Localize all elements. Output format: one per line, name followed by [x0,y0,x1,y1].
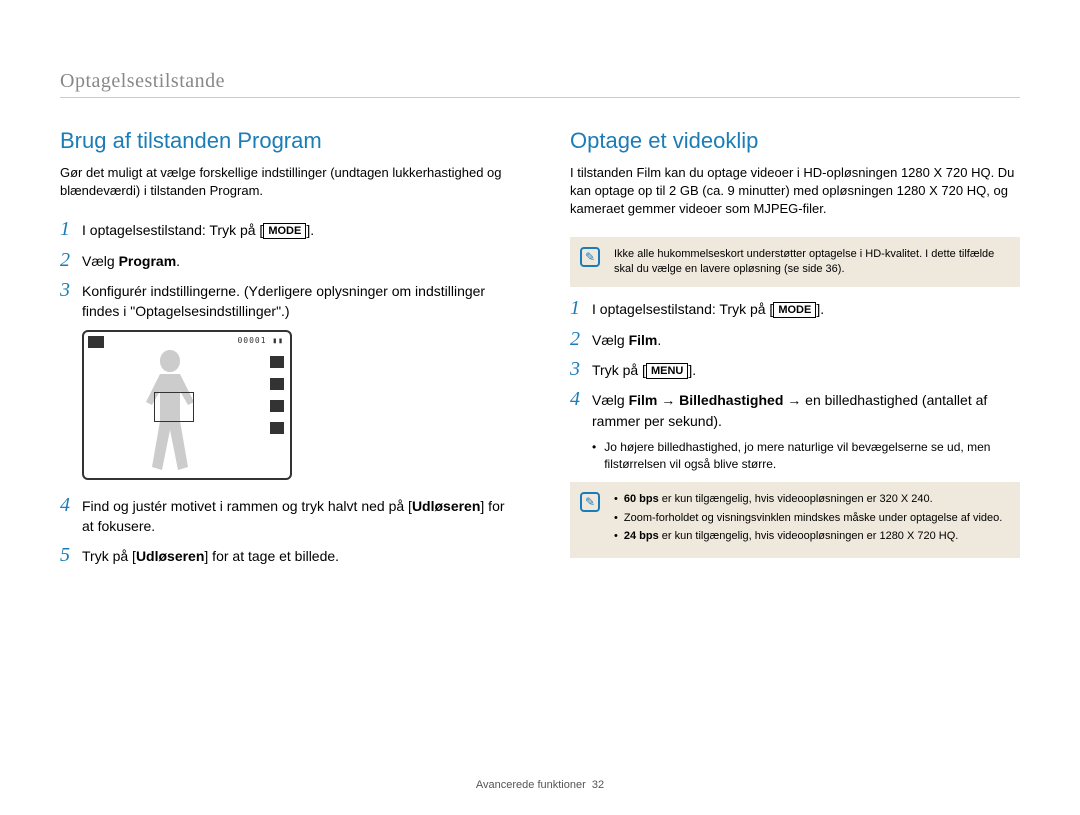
step-5: 5 Tryk på [Udløseren] for at tage et bil… [60,544,510,566]
step-number: 1 [60,218,82,240]
right-steps: 1 I optagelsestilstand: Tryk på [MODE]. … [570,297,1020,430]
step-number: 4 [570,388,592,410]
step-text: Tryk på [MENU]. [592,358,696,380]
page-number: 32 [592,779,604,791]
bold: 60 bps [624,493,659,505]
note-item: •60 bps er kun tilgængelig, hvis videoop… [614,492,1008,507]
side-icons [270,356,284,434]
step-text: Vælg Program. [82,249,180,271]
flash-icon [270,422,284,434]
step-text: Vælg Film. [592,328,661,350]
step-text: Konfigurér indstillingerne. (Yderligere … [82,279,510,322]
bold: 24 bps [624,530,659,542]
step-text: I optagelsestilstand: Tryk på [MODE]. [592,297,824,319]
step-4: 4 Vælg Film → Billedhastighed → en bille… [570,388,1020,431]
step-3: 3 Konfigurér indstillingerne. (Yderliger… [60,279,510,322]
sub-bullet-text: Jo højere billedhastighed, jo mere natur… [604,439,1020,473]
resolution-icon [270,356,284,368]
page: Optagelsestilstande Brug af tilstanden P… [0,0,1080,815]
right-intro: I tilstanden Film kan du optage videoer … [570,164,1020,219]
text: er kun tilgængelig, hvis videoopløsninge… [659,530,959,542]
step-number: 3 [570,358,592,380]
note-icon: ✎ [580,492,600,512]
left-intro: Gør det muligt at vælge forskellige inds… [60,164,510,200]
text: . [657,332,661,348]
focus-icon [270,400,284,412]
text: Find og justér motivet i rammen og tryk … [82,498,412,514]
note-item: •Zoom-forholdet og visningsvinklen minds… [614,511,1008,526]
bold: Program [119,253,177,269]
text: I optagelsestilstand: Tryk på [ [82,222,263,238]
counter-readout: 00001 ▮▮ [237,336,284,345]
step-number: 4 [60,494,82,516]
note-box-2: ✎ •60 bps er kun tilgængelig, hvis video… [570,482,1020,557]
camera-screen-illustration: 00001 ▮▮ [82,330,292,480]
left-title: Brug af tilstanden Program [60,128,510,154]
step-text: Tryk på [Udløseren] for at tage et bille… [82,544,339,566]
text: Zoom-forholdet og visningsvinklen mindsk… [624,511,1002,526]
text: ]. [306,222,314,238]
right-title: Optage et videoklip [570,128,1020,154]
text: Vælg [592,392,629,408]
note-text: Ikke alle hukommelseskort understøtter o… [614,248,994,275]
text: ]. [688,362,696,378]
text: Vælg [82,253,119,269]
text: ] for at tage et billede. [204,548,339,564]
step-3: 3 Tryk på [MENU]. [570,358,1020,380]
mode-button-label: MODE [773,302,816,318]
right-column: Optage et videoklip I tilstanden Film ka… [570,128,1020,574]
page-footer: Avancerede funktioner 32 [0,779,1080,791]
mode-icon [88,336,104,348]
bold: Udløseren [412,498,480,514]
text: Tryk på [ [82,548,136,564]
step-text: Vælg Film → Billedhastighed → en billedh… [592,388,1020,431]
step-1: 1 I optagelsestilstand: Tryk på [MODE]. [60,218,510,240]
step-text: Find og justér motivet i rammen og tryk … [82,494,510,537]
text: Vælg [592,332,629,348]
section-header: Optagelsestilstande [60,70,1020,98]
footer-label: Avancerede funktioner [476,779,586,791]
step-number: 1 [570,297,592,319]
left-steps-cont: 4 Find og justér motivet i rammen og try… [60,494,510,567]
counter-value: 00001 [237,336,266,345]
text: er kun tilgængelig, hvis videoopløsninge… [659,493,933,505]
note-item: •24 bps er kun tilgængelig, hvis videoop… [614,529,1008,544]
step-1: 1 I optagelsestilstand: Tryk på [MODE]. [570,297,1020,319]
step-number: 3 [60,279,82,301]
step-2: 2 Vælg Film. [570,328,1020,350]
text: . [176,253,180,269]
left-steps: 1 I optagelsestilstand: Tryk på [MODE]. … [60,218,510,321]
bullet-dot: • [592,439,596,473]
left-column: Brug af tilstanden Program Gør det mulig… [60,128,510,574]
text: Tryk på [ [592,362,646,378]
bold: Film [629,332,658,348]
bold: Film [629,392,658,408]
mode-button-label: MODE [263,223,306,239]
focus-rectangle [154,392,194,422]
step-2: 2 Vælg Program. [60,249,510,271]
battery-icon: ▮▮ [272,336,284,345]
quality-icon [270,378,284,390]
text: I optagelsestilstand: Tryk på [ [592,301,773,317]
step-4: 4 Find og justér motivet i rammen og try… [60,494,510,537]
note-icon: ✎ [580,247,600,267]
content-columns: Brug af tilstanden Program Gør det mulig… [60,128,1020,574]
step-number: 2 [60,249,82,271]
step-text: I optagelsestilstand: Tryk på [MODE]. [82,218,314,240]
bold: Udløseren [136,548,204,564]
text: ]. [816,301,824,317]
bold: Billedhastighed [679,392,783,408]
note-list: •60 bps er kun tilgængelig, hvis videoop… [614,492,1008,544]
step-number: 5 [60,544,82,566]
note-box-1: ✎ Ikke alle hukommelseskort understøtter… [570,237,1020,288]
arrow: → [657,392,679,408]
step-number: 2 [570,328,592,350]
menu-button-label: MENU [646,363,688,379]
sub-bullet: • Jo højere billedhastighed, jo mere nat… [592,439,1020,473]
